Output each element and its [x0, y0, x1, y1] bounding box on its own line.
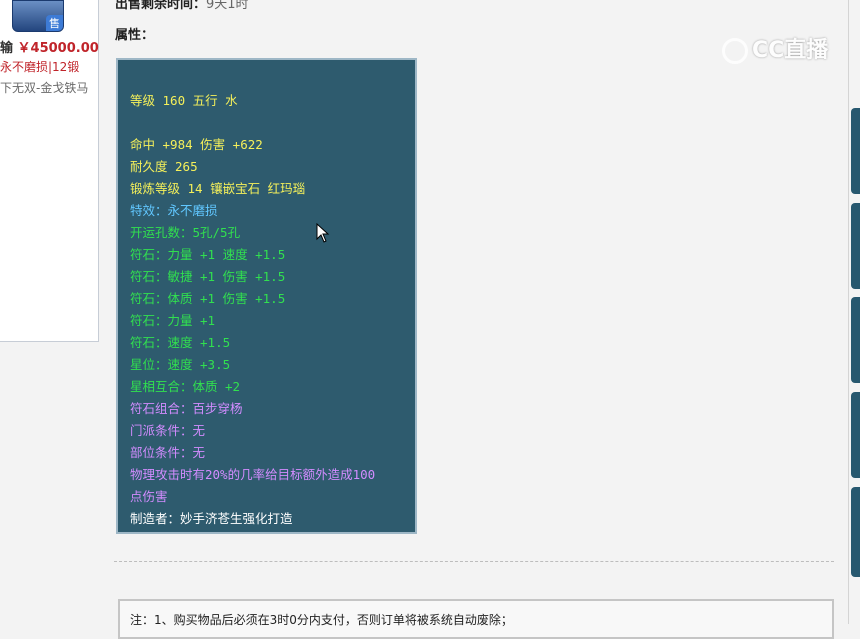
remaining-time-value: 9天1时: [206, 0, 249, 12]
attr-line: 星位：速度 +3.5: [130, 357, 231, 372]
price-value: ￥45000.00: [17, 41, 99, 56]
remaining-time: 出售剩余时间：9天1时: [115, 0, 249, 12]
attr-line: 符石：速度 +1.5: [130, 335, 231, 350]
attributes-panel: 等级 160 五行 水命中 +984 伤害 +622 耐久度 265 锻炼等级 14…: [116, 58, 417, 534]
section-divider: [114, 561, 834, 562]
right-tab-3[interactable]: [851, 297, 860, 383]
attr-line: 耐久度 265: [130, 159, 198, 174]
attr-line: 符石：力量 +1 速度 +1.5: [130, 247, 286, 262]
watermark-logo-icon: [722, 38, 748, 64]
attr-line: 符石组合：百步穿杨: [130, 401, 243, 416]
attr-line: 符石：力量 +1: [130, 313, 216, 328]
right-sidebar: [848, 0, 860, 624]
right-tab-4[interactable]: [851, 392, 860, 478]
attributes-title: 属性：: [115, 28, 155, 43]
attr-gap: [130, 112, 403, 134]
stream-watermark: CC直播: [722, 32, 828, 64]
attr-line: 锻炼等级 14 镶嵌宝石 红玛瑙: [130, 181, 306, 196]
listing-card[interactable]: 售 输 ￥45000.00 永不磨损|12锻 下无双-金戈铁马: [0, 0, 99, 342]
right-tab-1[interactable]: [851, 108, 860, 194]
item-tag: 永不磨损|12锻: [0, 60, 80, 74]
attr-line: 等级 160 五行 水: [130, 93, 238, 108]
server-name: 下无双-金戈铁马: [0, 81, 89, 95]
attr-line: 符石：体质 +1 伤害 +1.5: [130, 291, 286, 306]
price-label: 输: [0, 41, 14, 56]
item-price: 输 ￥45000.00: [0, 37, 99, 56]
remaining-time-label: 出售剩余时间：: [115, 0, 207, 12]
sell-badge: 售: [46, 15, 63, 31]
purchase-note: 注：1、购买物品后必须在3时0分内支付，否则订单将被系统自动废除；: [118, 599, 834, 639]
right-tab-5[interactable]: [851, 487, 860, 577]
watermark-text: CC直播: [752, 38, 829, 63]
attr-line: 特效：永不磨损: [130, 203, 218, 218]
attr-line: 命中 +984 伤害 +622: [130, 137, 263, 152]
purchase-note-text: 注：1、购买物品后必须在3时0分内支付，否则订单将被系统自动废除；: [130, 613, 513, 627]
attr-line: 开运孔数：5孔/5孔: [130, 225, 241, 240]
attr-line: 门派条件：无: [130, 423, 206, 438]
item-icon[interactable]: 售: [12, 0, 64, 32]
attr-line: 点伤害: [130, 489, 168, 504]
mouse-cursor-icon: [316, 223, 330, 243]
attr-line: 部位条件：无: [130, 445, 206, 460]
attr-line: 物理攻击时有20%的几率给目标额外造成100: [130, 467, 376, 482]
attr-line: 制造者：妙手济苍生强化打造: [130, 511, 293, 526]
right-tab-2[interactable]: [851, 203, 860, 289]
attr-line: 符石：敏捷 +1 伤害 +1.5: [130, 269, 286, 284]
attr-line: 星相互合：体质 +2: [130, 379, 241, 394]
